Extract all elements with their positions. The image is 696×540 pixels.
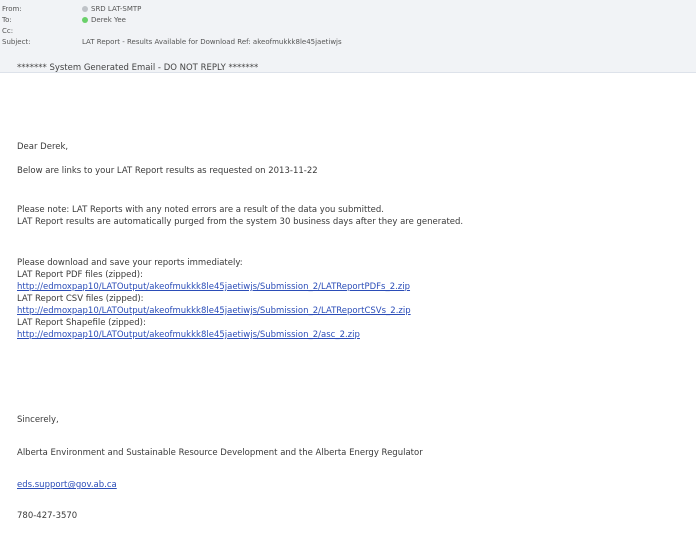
subject-value: LAT Report - Results Available for Downl… xyxy=(82,38,342,46)
presence-offline-icon xyxy=(82,6,88,12)
greeting: Dear Derek, xyxy=(17,142,69,152)
csv-files-link[interactable]: http://edmoxpap10/LATOutput/akeofmukkk8l… xyxy=(17,306,411,316)
pdf-files-label: LAT Report PDF files (zipped): xyxy=(17,270,143,280)
cc-label: Cc: xyxy=(2,27,14,35)
pdf-files-link[interactable]: http://edmoxpap10/LATOutput/akeofmukkk8l… xyxy=(17,282,410,292)
to-label: To: xyxy=(2,16,12,24)
presence-online-icon xyxy=(82,17,88,23)
shapefile-link[interactable]: http://edmoxpap10/LATOutput/akeofmukkk8l… xyxy=(17,330,360,340)
recipient-name[interactable]: Derek Yee xyxy=(91,16,126,24)
signature-org: Alberta Environment and Sustainable Reso… xyxy=(17,448,423,458)
csv-files-label: LAT Report CSV files (zipped): xyxy=(17,294,144,304)
support-email-link[interactable]: eds.support@gov.ab.ca xyxy=(17,480,117,490)
from-label: From: xyxy=(2,5,22,13)
sender-name[interactable]: SRD LAT-SMTP xyxy=(91,5,141,13)
system-notice: ******* System Generated Email - DO NOT … xyxy=(17,63,259,73)
shapefile-label: LAT Report Shapefile (zipped): xyxy=(17,318,146,328)
from-value[interactable]: SRD LAT-SMTP xyxy=(82,4,141,14)
note-line-2: LAT Report results are automatically pur… xyxy=(17,217,464,227)
to-value[interactable]: Derek Yee xyxy=(82,15,126,25)
note-line-1: Please note: LAT Reports with any noted … xyxy=(17,205,384,215)
download-instruction: Please download and save your reports im… xyxy=(17,258,243,268)
subject-label: Subject: xyxy=(2,38,31,46)
closing: Sincerely, xyxy=(17,415,59,425)
phone-number: 780-427-3570 xyxy=(17,511,78,521)
intro-text: Below are links to your LAT Report resul… xyxy=(17,166,318,176)
